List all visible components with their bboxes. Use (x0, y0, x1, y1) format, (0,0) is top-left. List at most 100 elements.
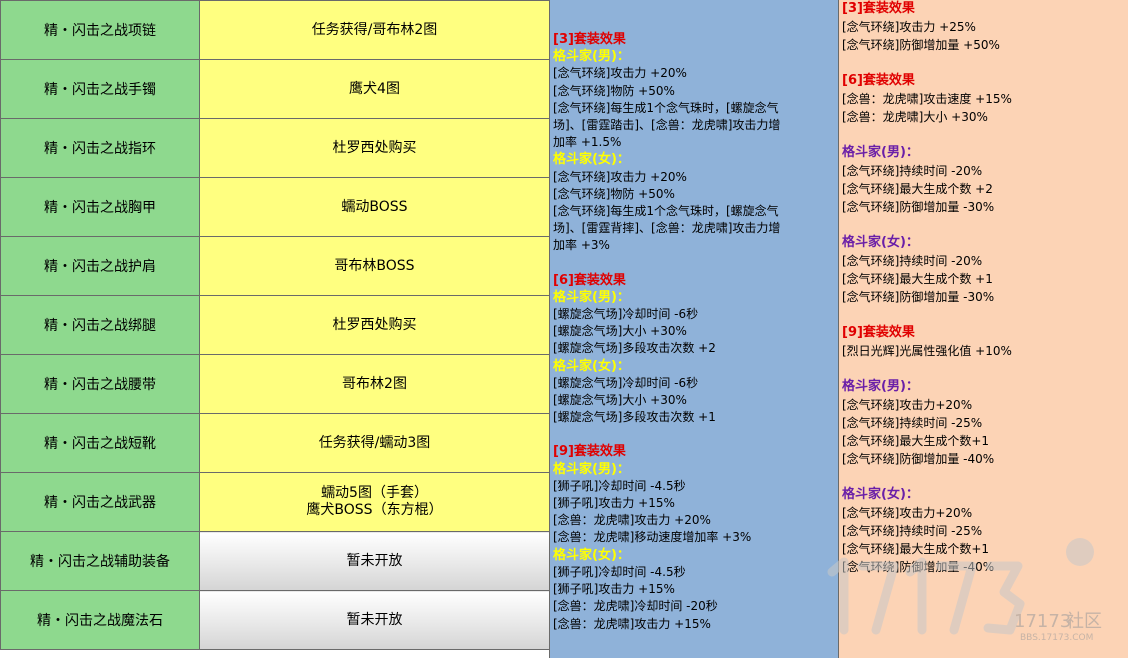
effect-line: [念气环绕]攻击力+20% (842, 506, 973, 520)
item-source-cell: 暂未开放 (199, 590, 550, 650)
effect-heading: 格斗家(女)： (553, 358, 630, 374)
effect-line: [螺旋念气场]多段攻击次数 +1 (553, 410, 716, 425)
item-source-cell: 蠕动BOSS (199, 177, 550, 237)
effect-line: [念兽：龙虎啸]大小 +30% (842, 110, 988, 124)
item-table: 精・闪击之战项链 任务获得/哥布林2图 精・闪击之战手镯 鹰犬4图 精・闪击之战指环 杜罗… (0, 0, 550, 650)
effect-line: [螺旋念气场]大小 +30% (553, 324, 687, 339)
effect-line: [烈日光辉]光属性强化值 +10% (842, 344, 1012, 358)
item-source-text: 哥布林2图 (342, 375, 407, 392)
effect-line: [狮子吼]攻击力 +15% (553, 496, 675, 511)
item-source-text: 暂未开放 (346, 552, 403, 569)
item-source-text: 暂未开放 (346, 611, 403, 628)
effect-heading: 格斗家(女)： (842, 487, 919, 502)
item-name-cell: 精・闪击之战武器 (0, 472, 200, 532)
item-name-cell: 精・闪击之战手镯 (0, 59, 200, 119)
item-source-cell: 暂未开放 (199, 531, 550, 591)
table-row: 精・闪击之战胸甲 蠕动BOSS (0, 177, 550, 237)
item-name-cell: 精・闪击之战护肩 (0, 236, 200, 296)
effect-line: [念气环绕]持续时间 -20% (842, 254, 983, 268)
item-name-cell: 精・闪击之战项链 (0, 0, 200, 60)
effect-heading: 格斗家(女)： (553, 152, 630, 168)
effect-line: [螺旋念气场]冷却时间 -6秒 (553, 307, 699, 322)
svg-text:BBS.17173.COM: BBS.17173.COM (1020, 633, 1093, 642)
table-row: 精・闪击之战腰带 哥布林2图 (0, 354, 550, 414)
effect-line: 场]、[雷霆背摔]、[念兽：龙虎啸]攻击力增 (553, 221, 781, 236)
effect-line: [念气环绕]持续时间 -25% (842, 416, 983, 430)
svg-text:17173: 17173 (1014, 611, 1071, 632)
item-source-text: 鹰犬4图 (349, 80, 400, 97)
table-row: 精・闪击之战手镯 鹰犬4图 (0, 59, 550, 119)
item-source-cell: 鹰犬4图 (199, 59, 550, 119)
effect-heading: [3]套装效果 (553, 32, 626, 47)
item-source-text: 鹰犬BOSS（东方棍） (306, 502, 443, 518)
svg-text:社区: 社区 (1066, 611, 1102, 632)
effect-heading: 格斗家(男)： (553, 49, 630, 65)
item-name-cell: 精・闪击之战胸甲 (0, 177, 200, 237)
table-row: 精・闪击之战绑腿 杜罗西处购买 (0, 295, 550, 355)
table-row: 精・闪击之战辅助装备 暂未开放 (0, 531, 550, 591)
effect-line: [念兽：龙虎啸]移动速度增加率 +3% (553, 530, 752, 545)
effect-line: [念气环绕]每生成1个念气珠时，[螺旋念气 (553, 204, 779, 219)
table-row: 精・闪击之战魔法石 暂未开放 (0, 590, 550, 650)
effect-line: 加率 +3% (553, 238, 610, 253)
item-source-cell: 杜罗西处购买 (199, 118, 550, 178)
item-name-cell: 精・闪击之战短靴 (0, 413, 200, 473)
item-source-cell: 哥布林2图 (199, 354, 550, 414)
effect-line: [念气环绕]物防 +50% (553, 186, 675, 201)
item-source-cell: 哥布林BOSS (199, 236, 550, 296)
effect-line: [念气环绕]防御增加量 +50% (842, 38, 1000, 52)
effect-line: [念气环绕]最大生成个数+1 (842, 434, 990, 448)
effect-line: [念气环绕]防御增加量 -40% (842, 452, 995, 466)
effect-line: [念气环绕]攻击力 +20% (553, 169, 687, 184)
effect-line: [狮子吼]攻击力 +15% (553, 582, 675, 597)
effect-heading: 格斗家(男)： (842, 379, 919, 394)
item-source-text: 蠕动BOSS (341, 198, 408, 215)
item-source-cell: 杜罗西处购买 (199, 295, 550, 355)
item-source-cell: 任务获得/蠕动3图 (199, 413, 550, 473)
effect-line: [螺旋念气场]多段攻击次数 +2 (553, 341, 716, 356)
effect-line: [念气环绕]攻击力 +25% (842, 20, 976, 34)
effect-heading: [9]套装效果 (553, 444, 626, 460)
item-source-cell: 蠕动5图（手套） 鹰犬BOSS（东方棍） (199, 472, 550, 532)
item-name-cell: 精・闪击之战腰带 (0, 354, 200, 414)
table-row: 精・闪击之战项链 任务获得/哥布林2图 (0, 0, 550, 60)
table-row: 精・闪击之战武器 蠕动5图（手套） 鹰犬BOSS（东方棍） (0, 472, 550, 532)
effect-line: [念气环绕]防御增加量 -30% (842, 290, 995, 304)
item-name-cell: 精・闪击之战辅助装备 (0, 531, 200, 591)
effect-heading: 格斗家(男)： (553, 461, 630, 477)
effect-heading: 格斗家(男)： (553, 289, 630, 305)
effect-line: [念气环绕]每生成1个念气珠时，[螺旋念气 (553, 100, 779, 115)
item-source-text: 蠕动5图（手套） (321, 485, 428, 501)
effect-line: [螺旋念气场]大小 +30% (553, 393, 687, 408)
effect-line: [狮子吼]冷却时间 -4.5秒 (553, 478, 686, 493)
item-name-cell: 精・闪击之战指环 (0, 118, 200, 178)
effect-line: [狮子吼]冷却时间 -4.5秒 (553, 564, 686, 579)
equipment-sheet: 精・闪击之战项链 任务获得/哥布林2图 精・闪击之战手镯 鹰犬4图 精・闪击之战指环 杜罗… (0, 0, 1128, 658)
watermark-logo: 17173 社区 BBS.17173.COM (827, 538, 1102, 642)
effect-heading: [9]套装效果 (842, 325, 915, 340)
table-row: 精・闪击之战护肩 哥布林BOSS (0, 236, 550, 296)
effect-line: [念气环绕]防御增加量 -30% (842, 200, 995, 214)
effect-line: [念气环绕]最大生成个数 +1 (842, 272, 993, 286)
effect-line: [念气环绕]物防 +50% (553, 83, 675, 98)
effect-line: [念气环绕]攻击力 +20% (553, 66, 687, 81)
effect-heading: [6]套装效果 (553, 272, 626, 288)
effect-heading: [6]套装效果 (842, 73, 915, 88)
effect-line: [螺旋念气场]冷却时间 -6秒 (553, 375, 699, 390)
effect-line: 加率 +1.5% (553, 135, 622, 150)
effect-line: [念兽：龙虎啸]攻击力 +15% (553, 616, 711, 631)
item-source-cell: 任务获得/哥布林2图 (199, 0, 550, 60)
effect-line: [念气环绕]攻击力+20% (842, 398, 973, 412)
effect-heading: [3]套装效果 (842, 1, 915, 16)
item-name-cell: 精・闪击之战绑腿 (0, 295, 200, 355)
effect-line: 场]、[雷霆踏击]、[念兽：龙虎啸]攻击力增 (553, 118, 781, 133)
effect-heading: 格斗家(女)： (842, 235, 919, 250)
table-row: 精・闪击之战短靴 任务获得/蠕动3图 (0, 413, 550, 473)
